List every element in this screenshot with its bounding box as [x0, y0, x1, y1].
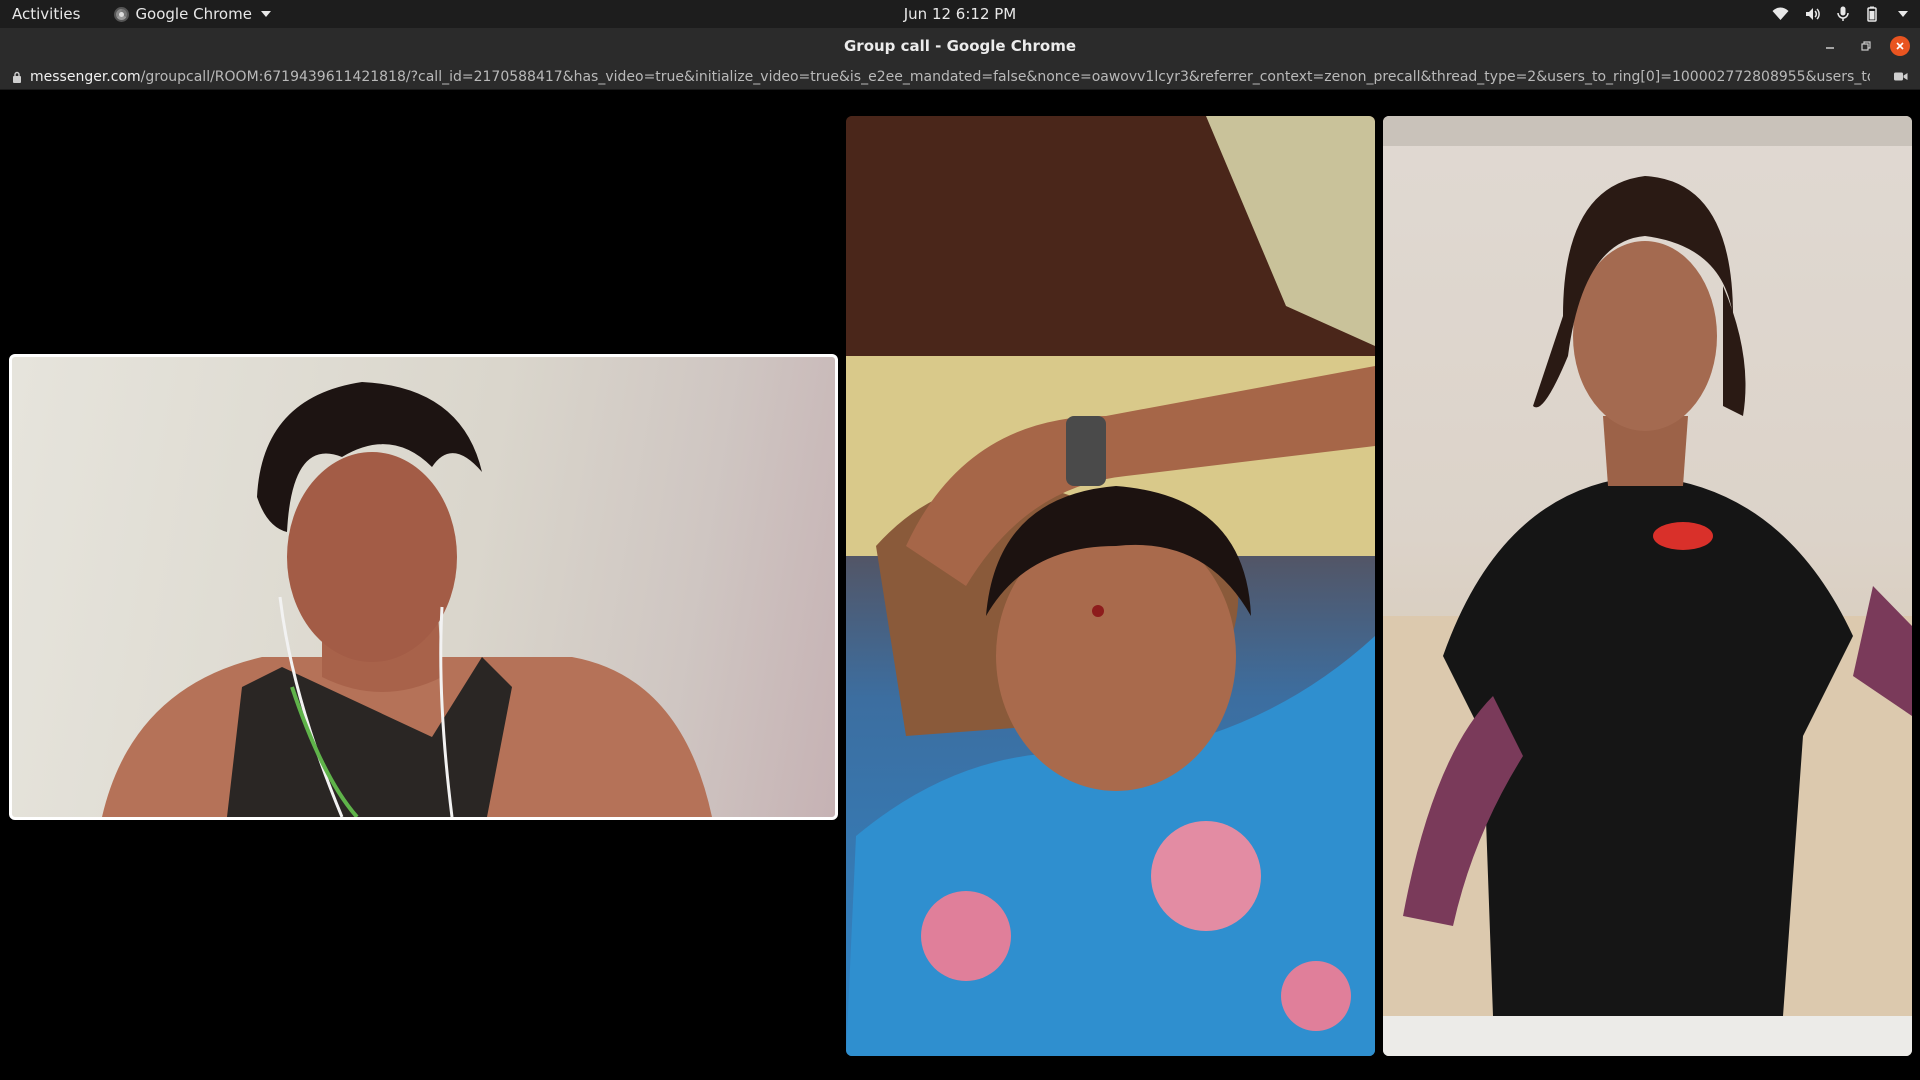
participant-video-tile[interactable] [1383, 116, 1912, 1056]
restore-button[interactable] [1854, 34, 1878, 58]
chevron-down-icon [260, 11, 271, 17]
window-title-bar[interactable]: Group call - Google Chrome [0, 28, 1920, 64]
url-host: messenger.com [30, 68, 141, 85]
participant-video-tile[interactable] [846, 116, 1375, 1056]
battery-icon[interactable] [1865, 6, 1879, 22]
window-controls [1818, 28, 1910, 64]
close-button[interactable] [1890, 36, 1910, 56]
camera-in-use-icon[interactable] [1894, 71, 1908, 82]
wifi-icon[interactable] [1772, 7, 1789, 21]
participant-3-video [1383, 116, 1912, 1056]
activities-button[interactable]: Activities [12, 5, 80, 23]
clock[interactable]: Jun 12 6:12 PM [904, 5, 1017, 23]
close-icon [1896, 42, 1904, 50]
window-title: Group call - Google Chrome [843, 37, 1076, 55]
restore-icon [1861, 41, 1871, 51]
system-menu-chevron-icon[interactable] [1898, 11, 1908, 17]
minimize-button[interactable] [1818, 34, 1842, 58]
volume-icon[interactable] [1805, 7, 1821, 21]
chrome-icon [114, 6, 130, 22]
minimize-icon [1826, 47, 1834, 49]
participant-1-video [102, 382, 712, 817]
app-menu[interactable]: Google Chrome [114, 5, 271, 23]
system-tray[interactable] [1772, 0, 1908, 28]
call-stage [0, 90, 1920, 1080]
participant-2-video [846, 116, 1375, 1056]
microphone-icon[interactable] [1837, 6, 1849, 22]
url-text[interactable]: messenger.com/groupcall/ROOM:67194396114… [30, 69, 1870, 85]
lock-icon[interactable] [12, 71, 22, 83]
address-bar[interactable]: messenger.com/groupcall/ROOM:67194396114… [0, 64, 1920, 90]
participant-video-tile[interactable] [9, 354, 838, 820]
gnome-top-bar: Activities Google Chrome Jun 12 6:12 PM [0, 0, 1920, 28]
url-path: /groupcall/ROOM:6719439611421818/?call_i… [140, 68, 1870, 85]
app-menu-label: Google Chrome [135, 5, 252, 23]
